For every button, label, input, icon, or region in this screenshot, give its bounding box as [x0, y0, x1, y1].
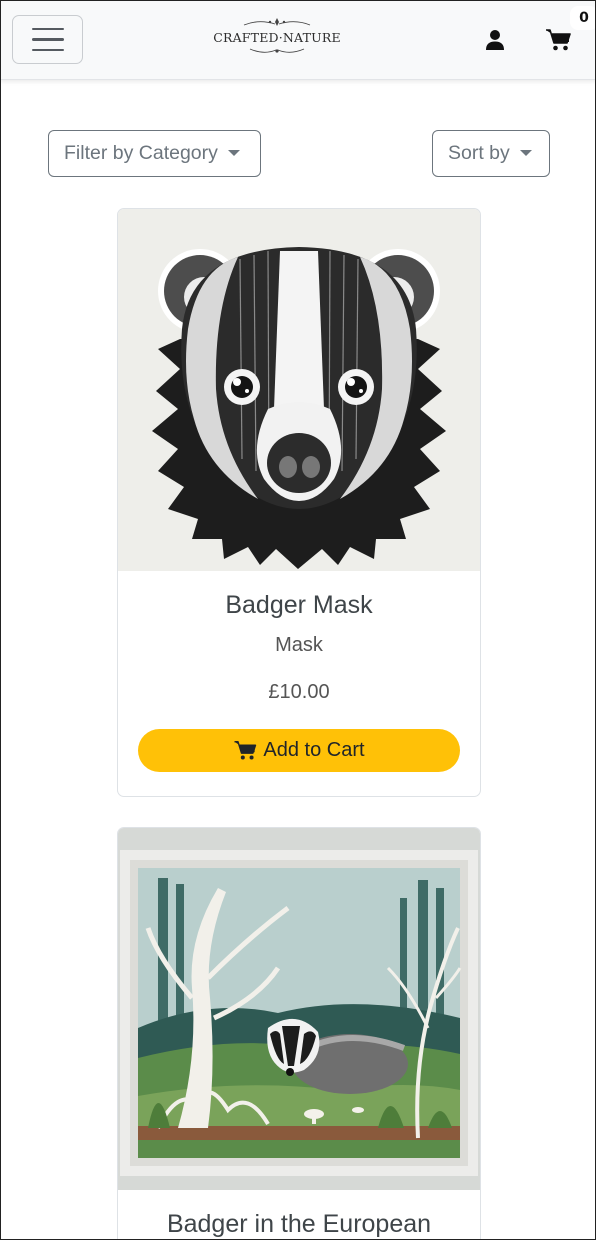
product-title[interactable]: Badger in the European: [118, 1210, 480, 1239]
product-image-badger-mask[interactable]: [118, 209, 480, 571]
sort-by-dropdown[interactable]: Sort by: [432, 130, 550, 177]
menu-bar: [31, 38, 64, 41]
add-to-cart-button[interactable]: Add to Cart: [138, 729, 460, 772]
filter-label: Filter by Category: [64, 142, 218, 164]
logo-flourish-top-icon: [243, 18, 311, 26]
product-price: £10.00: [268, 681, 330, 703]
site-logo[interactable]: CRAFTED·NATURE: [213, 16, 341, 64]
hamburger-menu-button[interactable]: [12, 15, 83, 64]
caret-down-icon: [519, 149, 532, 156]
logo-flourish-bottom-icon: [249, 48, 305, 53]
sort-label: Sort by: [448, 142, 510, 164]
logo-text: CRAFTED·NATURE: [213, 30, 341, 45]
shopping-cart-icon[interactable]: [545, 28, 571, 52]
product-image-badger-forest[interactable]: [118, 828, 480, 1190]
menu-bar: [31, 27, 64, 31]
product-category: Mask: [275, 634, 323, 656]
shopping-cart-icon: [234, 741, 257, 760]
user-icon[interactable]: [484, 29, 506, 51]
add-to-cart-label: Add to Cart: [263, 739, 365, 761]
product-title[interactable]: Badger Mask: [118, 591, 480, 620]
menu-bar: [31, 48, 64, 52]
filter-by-category-dropdown[interactable]: Filter by Category: [48, 130, 261, 177]
product-card: Badger in the European: [117, 827, 481, 1240]
top-navbar: CRAFTED·NATURE 0: [0, 0, 596, 80]
caret-down-icon: [227, 149, 240, 156]
cart-count-badge: 0: [570, 6, 596, 30]
product-card: Badger Mask Mask £10.00 Add to Cart: [117, 208, 481, 797]
